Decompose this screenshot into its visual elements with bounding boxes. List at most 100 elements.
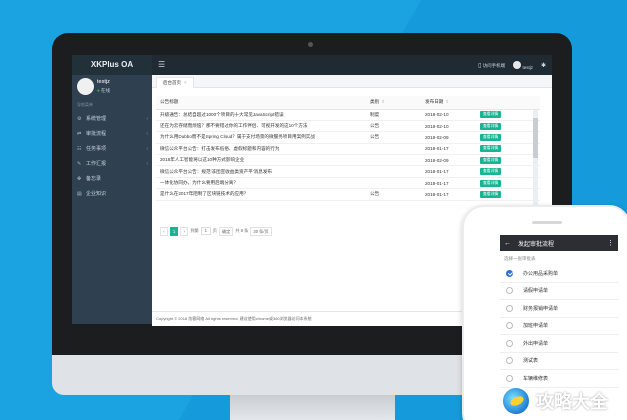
hamburger-icon[interactable]: ☰	[158, 60, 165, 70]
sidebar-item-report[interactable]: ✎ 工作汇报 ‹	[72, 156, 152, 171]
option-label: 请假申请单	[523, 288, 549, 295]
column-header-title[interactable]: 公告标题	[156, 96, 366, 110]
scrollbar-thumb[interactable]	[533, 118, 538, 158]
table-row[interactable]: 还在为云存储而烦恼？那不要错过你的工作伴侣、可视开发的这10个方法 公告 2018-…	[156, 120, 540, 133]
back-arrow-icon[interactable]: ←	[504, 240, 511, 247]
sidebar-item-knowledge[interactable]: ▤ 企业知识	[72, 186, 152, 201]
cell-title: 2018年人工智能将以这10种方式影响企业	[156, 154, 366, 167]
view-details-button[interactable]: 查看详情	[480, 168, 502, 176]
user-status-label: 在线	[100, 88, 110, 93]
radio-icon[interactable]	[506, 322, 513, 330]
cell-title: 升级通告：总结自超过1000个项目的十大常见JavaScript错误	[156, 109, 366, 121]
sidebar-item-memo[interactable]: ✤ 备忘录	[72, 171, 152, 186]
tasks-icon: ☷	[77, 145, 82, 152]
nav-section-label: 导航菜单	[77, 102, 93, 107]
mobile-header: ← 发起审批流程 ⋮	[500, 235, 618, 251]
option-outing[interactable]: 外出申请单	[500, 335, 618, 353]
cell-title: 微信公众平台公告：规范'非团宣收益类资产平'消息发布	[156, 165, 366, 178]
table-row[interactable]: 微信公众平台公告：规范'非团宣收益类资产平'消息发布 2018-01-17 查看详情	[156, 165, 540, 178]
settings-icon[interactable]: ✱	[541, 62, 546, 69]
option-label: 办公用品采购单	[523, 270, 559, 277]
next-page-button[interactable]: ›	[180, 226, 189, 236]
cell-title: 微信公众平台公告：打击发布低俗、虚假标题和内容的行为	[156, 143, 366, 156]
sidebar-item-label: 备忘录	[86, 176, 102, 182]
table-row[interactable]: 一体化协同办，为什么要用后端分离？ 2018-01-17 查看详情	[156, 177, 540, 190]
table-row[interactable]: 升级通告：总结自超过1000个项目的十大常见JavaScript错误 制度 2018…	[156, 109, 540, 121]
cell-date: 2018-02-09	[421, 154, 476, 167]
option-label: 外出申请单	[523, 340, 549, 347]
table-row[interactable]: 微信公众平台公告：打击发布低俗、虚假标题和内容的行为 2018-01-17 查看详情	[156, 143, 540, 156]
view-details-button[interactable]: 查看详情	[480, 145, 502, 153]
avatar	[513, 60, 522, 69]
watermark-text: 攻略大全	[536, 392, 608, 413]
radio-icon[interactable]	[506, 304, 513, 312]
sidebar-item-system[interactable]: ⚙ 系统管理 ‹	[72, 111, 152, 126]
mobile-link[interactable]: ▯ 访问手机端	[478, 62, 505, 69]
sidebar-item-approval[interactable]: ⇄ 审批流程 ‹	[72, 126, 152, 141]
option-label: 测试表	[523, 358, 539, 365]
goto-prefix: 到第	[190, 228, 199, 233]
page-size-select[interactable]: 30 条/页	[250, 226, 272, 236]
mobile-link-label: 访问手机端	[482, 62, 506, 68]
goto-page-input[interactable]: 1	[200, 227, 211, 235]
option-office-supplies[interactable]: 办公用品采购单	[500, 265, 618, 283]
column-header-label: 公告标题	[160, 99, 179, 105]
cell-category	[366, 165, 421, 178]
mobile-title: 发起审批流程	[518, 241, 555, 248]
page-button-current[interactable]: 1	[170, 226, 179, 236]
table-row[interactable]: 是什么在2017年阻制了区块链技术的应用？ 公告 2018-01-17 查看详情	[156, 188, 540, 201]
cell-date: 2018-02-10	[421, 109, 476, 121]
view-details-button[interactable]: 查看详情	[480, 156, 502, 164]
chevron-left-icon: ‹	[146, 130, 148, 137]
view-details-button[interactable]: 查看详情	[480, 179, 502, 187]
tab-bar: 后台首页 ×	[152, 75, 552, 88]
view-details-button[interactable]: 查看详情	[480, 111, 502, 119]
cell-date: 2018-01-17	[421, 188, 476, 201]
app-header: XKPlus OA ☰ ▯ 访问手机端 testjz ✱	[72, 55, 552, 75]
radio-icon[interactable]	[506, 357, 513, 365]
user-menu[interactable]: testjz	[513, 60, 533, 70]
tab-label: 后台首页	[163, 80, 181, 85]
pagination: ‹ 1 › 到第 1 页 确定 共 8 条 30 条/页	[160, 226, 272, 236]
radio-icon[interactable]	[506, 374, 513, 382]
phone-icon: ▯	[478, 62, 482, 69]
view-details-button[interactable]: 查看详情	[480, 190, 502, 198]
cell-category	[366, 154, 421, 167]
avatar[interactable]	[77, 78, 94, 95]
sidebar-item-label: 审批流程	[86, 131, 107, 137]
cell-title: 为什么用Dubbo而不是Spring Cloud？属于支付场景的微服务项目用案例…	[156, 131, 366, 144]
goto-confirm-button[interactable]: 确定	[218, 226, 234, 236]
sidebar-item-tasks[interactable]: ☷ 任务事项 ‹	[72, 141, 152, 156]
option-overtime[interactable]: 加班申请单	[500, 318, 618, 335]
user-panel: testjz ● 在线	[72, 75, 152, 99]
view-details-button[interactable]: 查看详情	[480, 122, 502, 130]
column-header-label: 类别	[370, 99, 380, 105]
column-header-date[interactable]: 发布日期 ⇕	[421, 96, 476, 110]
tab-home[interactable]: 后台首页 ×	[156, 77, 194, 88]
sidebar-item-label: 系统管理	[86, 116, 107, 122]
radio-checked-icon[interactable]	[506, 269, 513, 277]
chevron-left-icon: ‹	[146, 115, 148, 122]
option-test[interactable]: 测试表	[500, 353, 618, 370]
flow-icon: ⇄	[77, 130, 82, 137]
brand-logo[interactable]: XKPlus OA	[72, 55, 152, 75]
sort-icon: ⇕	[445, 99, 450, 105]
sidebar-item-label: 企业知识	[86, 191, 107, 197]
more-vertical-icon[interactable]: ⋮	[607, 239, 614, 247]
option-leave[interactable]: 请假申请单	[500, 283, 618, 300]
prev-page-button[interactable]: ‹	[160, 226, 168, 236]
option-label: 车辆维修表	[523, 375, 549, 382]
table-row[interactable]: 为什么用Dubbo而不是Spring Cloud？属于支付场景的微服务项目用案例…	[156, 131, 540, 144]
option-expense[interactable]: 财务报销申请单	[500, 300, 618, 318]
sort-icon: ⇕	[381, 99, 386, 105]
radio-icon[interactable]	[506, 287, 513, 295]
view-details-button[interactable]: 查看详情	[480, 133, 502, 141]
close-icon[interactable]: ×	[184, 80, 187, 85]
table-row[interactable]: 2018年人工智能将以这10种方式影响企业 2018-02-09 查看详情	[156, 154, 540, 167]
mobile-hint: 选择一张审批表	[504, 256, 536, 261]
column-header-label: 发布日期	[425, 99, 444, 105]
table-header-row: 公告标题 类别 ⇕ 发布日期 ⇕	[156, 96, 540, 110]
column-header-actions	[476, 96, 540, 110]
column-header-category[interactable]: 类别 ⇕	[366, 96, 421, 110]
radio-icon[interactable]	[506, 339, 513, 347]
